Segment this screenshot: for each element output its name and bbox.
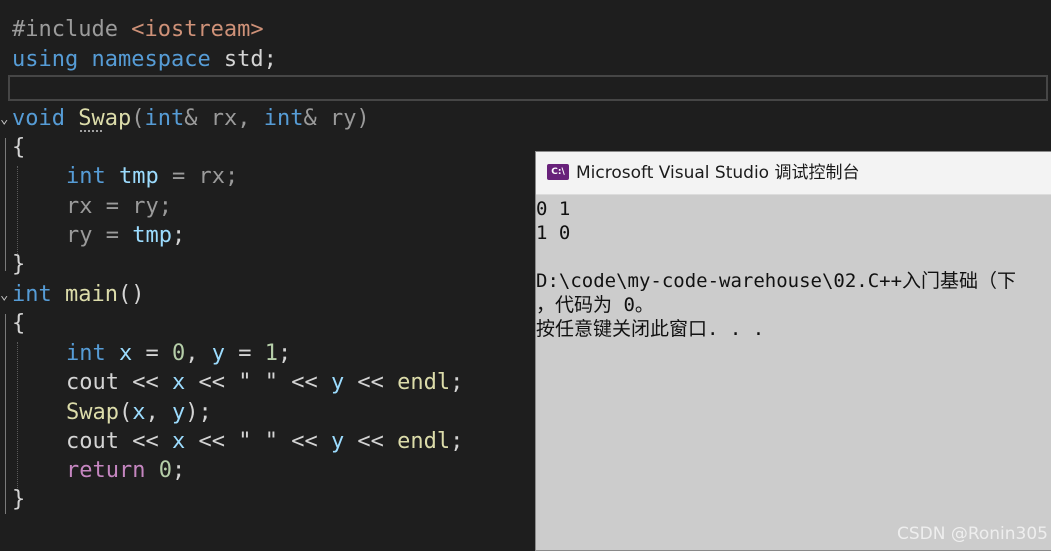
param-ry: & ry) bbox=[303, 106, 370, 131]
code-line-using[interactable]: using namespace std; bbox=[12, 46, 277, 74]
code-line-open-brace[interactable]: { bbox=[12, 310, 25, 338]
paren-close: ); bbox=[185, 400, 212, 425]
code-line-close-brace[interactable]: } bbox=[12, 486, 25, 514]
code-line-cout-2[interactable]: cout << x << " " << y << endl; bbox=[66, 428, 463, 456]
string-space: " " bbox=[238, 429, 278, 454]
close-brace: } bbox=[12, 252, 26, 277]
semicolon: ; bbox=[278, 341, 292, 366]
assign-rx: = rx; bbox=[158, 164, 239, 189]
code-line-rx-assign[interactable]: rx = ry; bbox=[66, 193, 172, 221]
variable-y: y bbox=[330, 429, 345, 454]
console-titlebar[interactable]: C:\ Microsoft Visual Studio 调试控制台 bbox=[536, 152, 1051, 195]
function-name-main: main bbox=[51, 282, 118, 307]
string-space: " " bbox=[238, 370, 278, 395]
include-header: <iostream> bbox=[117, 17, 264, 42]
keyword-namespace: namespace bbox=[78, 47, 211, 72]
variable-tmp: tmp bbox=[105, 164, 159, 189]
semicolon: ; bbox=[171, 223, 186, 248]
operator-shift: << bbox=[277, 370, 331, 395]
keyword-using: using bbox=[12, 47, 79, 72]
debug-console-window[interactable]: C:\ Microsoft Visual Studio 调试控制台 0 1 1 … bbox=[535, 151, 1051, 551]
semicolon: ; bbox=[171, 458, 186, 483]
console-output-line: 1 0 bbox=[536, 222, 571, 244]
current-line-highlight bbox=[8, 75, 1048, 101]
code-line-swap-signature[interactable]: void Swap(int& rx, int& ry) bbox=[12, 105, 370, 133]
console-output-line: 按任意键关闭此窗口. . . bbox=[536, 318, 765, 340]
operator-shift: << bbox=[118, 370, 172, 395]
code-line-return[interactable]: return 0; bbox=[66, 457, 185, 485]
paren: ( bbox=[131, 106, 145, 131]
code-line-swap-call[interactable]: Swap(x, y); bbox=[66, 399, 212, 427]
variable-x: x bbox=[132, 400, 146, 425]
operator-shift: << bbox=[344, 429, 398, 454]
open-brace: { bbox=[12, 311, 26, 336]
operator-shift: << bbox=[344, 370, 398, 395]
console-output-line: D:\code\my-code-warehouse\02.C++入门基础（下 bbox=[536, 270, 1017, 292]
indent-guide bbox=[17, 166, 18, 258]
comma: , bbox=[145, 400, 172, 425]
semicolon: ; bbox=[450, 429, 464, 454]
namespace-name: std; bbox=[210, 47, 277, 72]
comma: , bbox=[185, 341, 212, 366]
preprocessor-directive: #include bbox=[12, 17, 118, 42]
console-output-line: 0 1 bbox=[536, 198, 571, 220]
operator-shift: << bbox=[185, 370, 239, 395]
keyword-int: int bbox=[144, 106, 185, 131]
variable-tmp: tmp bbox=[132, 223, 172, 248]
scope-guide bbox=[5, 314, 6, 514]
watermark-text: CSDN @Ronin305 bbox=[896, 524, 1048, 544]
variable-x: x bbox=[171, 370, 186, 395]
variable-y: y bbox=[330, 370, 345, 395]
console-app-icon: C:\ bbox=[547, 164, 569, 180]
console-output-line: ，代码为 0。 bbox=[536, 294, 654, 316]
scope-guide bbox=[5, 138, 6, 271]
operator-shift: << bbox=[277, 429, 331, 454]
keyword-int: int bbox=[66, 164, 106, 189]
identifier-endl: endl bbox=[397, 429, 451, 454]
identifier-cout: cout bbox=[66, 429, 119, 454]
function-call-swap: Swap bbox=[66, 400, 119, 425]
number-0: 0 bbox=[145, 458, 172, 483]
variable-y: y bbox=[171, 400, 186, 425]
operator-shift: << bbox=[118, 429, 172, 454]
operator-assign: = bbox=[132, 341, 172, 366]
code-line-close-brace[interactable]: } bbox=[12, 251, 25, 279]
code-line-cout-1[interactable]: cout << x << " " << y << endl; bbox=[66, 369, 463, 397]
identifier-endl: endl bbox=[397, 370, 451, 395]
squiggle-underline bbox=[80, 130, 102, 132]
console-title: Microsoft Visual Studio 调试控制台 bbox=[576, 163, 860, 183]
semicolon: ; bbox=[450, 370, 464, 395]
code-line-tmp[interactable]: int tmp = rx; bbox=[66, 163, 238, 191]
keyword-void: void bbox=[12, 106, 65, 131]
keyword-int: int bbox=[66, 341, 106, 366]
variable-y: y bbox=[211, 341, 225, 366]
keyword-return: return bbox=[66, 458, 146, 483]
indent-guide bbox=[17, 342, 18, 492]
identifier-cout: cout bbox=[66, 370, 119, 395]
function-name-swap: Swap bbox=[78, 106, 132, 131]
code-line-declare-xy[interactable]: int x = 0, y = 1; bbox=[66, 340, 291, 368]
keyword-int: int bbox=[12, 282, 52, 307]
fold-chevron-icon[interactable]: ⌄ bbox=[0, 111, 10, 127]
assign-ry-lhs: ry = bbox=[66, 223, 133, 248]
keyword-int: int bbox=[263, 106, 304, 131]
code-line-open-brace[interactable]: { bbox=[12, 134, 25, 162]
operator-assign: = bbox=[225, 341, 265, 366]
code-line-main-signature[interactable]: int main() bbox=[12, 281, 144, 309]
code-line-ry-assign[interactable]: ry = tmp; bbox=[66, 222, 185, 250]
close-brace: } bbox=[12, 487, 26, 512]
code-line-include[interactable]: #include <iostream> bbox=[12, 16, 264, 44]
number-0: 0 bbox=[172, 341, 186, 366]
param-rx: & rx, bbox=[184, 106, 264, 131]
variable-x: x bbox=[105, 341, 133, 366]
open-brace: { bbox=[12, 135, 26, 160]
fold-chevron-icon[interactable]: ⌄ bbox=[0, 287, 10, 303]
paren: ( bbox=[118, 400, 133, 425]
assign-ry: rx = ry; bbox=[66, 194, 172, 219]
variable-x: x bbox=[171, 429, 186, 454]
number-1: 1 bbox=[264, 341, 278, 366]
paren: () bbox=[117, 282, 145, 307]
operator-shift: << bbox=[185, 429, 239, 454]
